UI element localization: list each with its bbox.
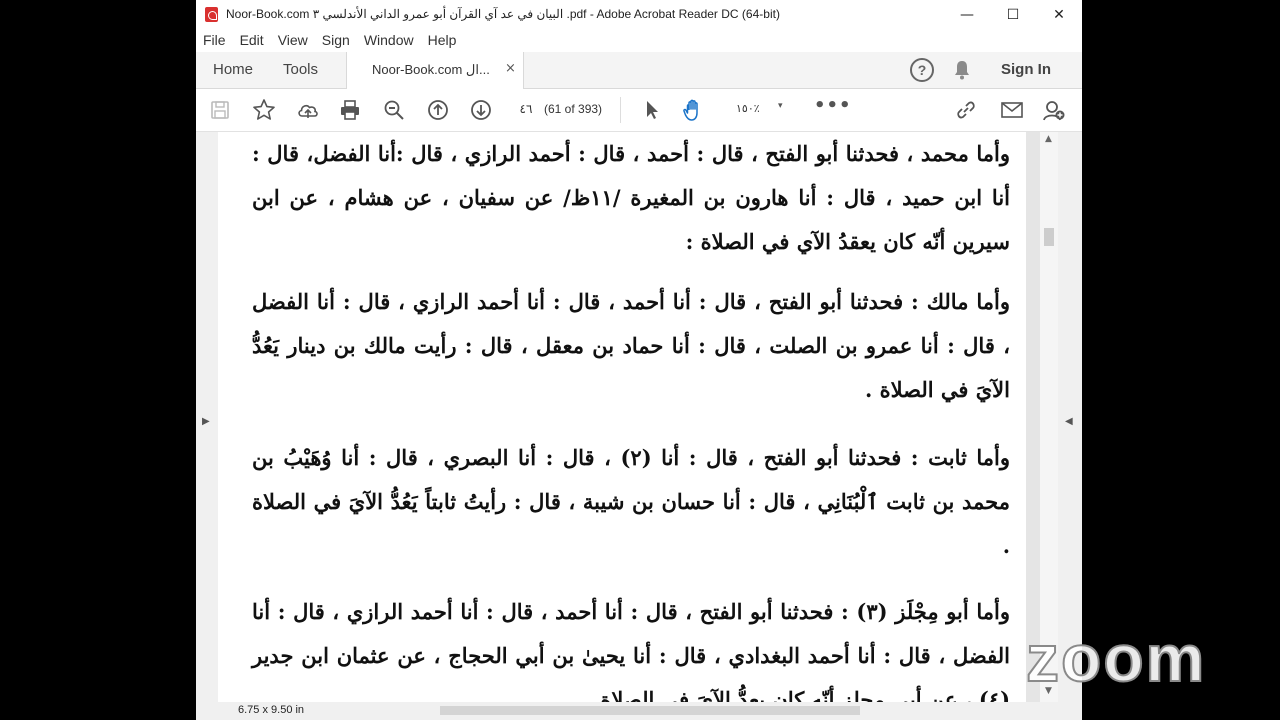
print-icon[interactable] — [338, 98, 362, 122]
tab-document[interactable]: Noor-Book.com ال... × — [346, 52, 524, 89]
upload-cloud-icon[interactable] — [296, 98, 320, 122]
scroll-up-icon[interactable]: ▲ — [1045, 134, 1052, 144]
help-icon[interactable]: ? — [910, 58, 934, 82]
zoom-out-icon[interactable] — [382, 98, 406, 122]
paragraph-malik: وأما مالك : فحدثنا أبو الفتح ، قال : أنا… — [252, 289, 1010, 402]
share-link-icon[interactable] — [954, 98, 978, 122]
horizontal-scrollbar-thumb[interactable] — [440, 706, 860, 715]
tab-home[interactable]: Home — [213, 61, 253, 78]
sign-in-button[interactable]: Sign In — [1001, 61, 1051, 78]
zoom-watermark-logo: zoom — [1025, 620, 1207, 696]
right-panel-collapsed[interactable]: ◀ — [1058, 132, 1082, 702]
select-cursor-icon[interactable] — [640, 98, 664, 122]
previous-page-icon[interactable] — [426, 98, 450, 122]
scrollbar-thumb[interactable] — [1044, 228, 1054, 246]
add-user-icon[interactable] — [1042, 98, 1066, 122]
notification-bell-icon[interactable] — [954, 60, 970, 80]
vertical-scrollbar[interactable]: ▲ ▼ — [1040, 132, 1058, 702]
paragraph-muhammad: وأما محمد ، فحدثنا أبو الفتح ، قال : أحم… — [252, 141, 1011, 254]
pdf-app-icon — [205, 7, 218, 22]
zoom-dropdown-icon[interactable]: ▾ — [778, 101, 783, 111]
expand-right-panel-icon[interactable]: ◀ — [1065, 416, 1073, 427]
menu-bar: File Edit View Sign Window Help — [196, 30, 1082, 52]
document-tab-label: Noor-Book.com ال... — [372, 62, 490, 77]
page-number-input[interactable]: ٤٦ — [512, 98, 540, 120]
expand-left-panel-icon[interactable]: ▶ — [202, 416, 210, 427]
bookmark-star-icon[interactable] — [252, 98, 276, 122]
pdf-page: وأما محمد ، فحدثنا أبو الفتح ، قال : أحم… — [218, 132, 1026, 702]
save-icon[interactable] — [208, 98, 232, 122]
minimize-button[interactable]: — — [944, 0, 990, 30]
paragraph-thabit: وأما ثابت : فحدثنا أبو الفتح ، قال : أنا… — [252, 445, 1010, 558]
menu-file[interactable]: File — [196, 30, 233, 52]
tab-bar: Home Tools Noor-Book.com ال... × ? Sign … — [196, 52, 1082, 89]
zoom-level[interactable]: ١٥٠٪ — [736, 102, 760, 115]
title-bar: Noor-Book.com البيان في عد آي القرآن أبو… — [196, 0, 1082, 30]
next-page-icon[interactable] — [469, 98, 493, 122]
left-panel-collapsed[interactable]: ▶ — [196, 132, 218, 702]
more-tools-icon[interactable]: ••• — [814, 95, 852, 116]
tab-tools[interactable]: Tools — [283, 61, 318, 78]
page-count: (61 of 393) — [544, 102, 603, 116]
menu-window[interactable]: Window — [357, 30, 421, 52]
hand-tool-icon[interactable] — [682, 98, 706, 122]
close-window-button[interactable]: ✕ — [1036, 0, 1082, 30]
close-tab-icon[interactable]: × — [505, 61, 516, 76]
status-bar: 6.75 x 9.50 in — [196, 702, 1082, 720]
menu-edit[interactable]: Edit — [233, 30, 271, 52]
acrobat-window: Noor-Book.com البيان في عد آي القرآن أبو… — [196, 0, 1082, 720]
menu-sign[interactable]: Sign — [315, 30, 357, 52]
email-icon[interactable] — [1000, 98, 1024, 122]
menu-help[interactable]: Help — [421, 30, 464, 52]
paragraph-abu-mijlaz: وأما أبو مِجْلَز (٣) : فحدثنا أبو الفتح … — [252, 599, 1010, 702]
document-viewport: ▶ وأما محمد ، فحدثنا أبو الفتح ، قال : أ… — [196, 132, 1082, 702]
page-size-label: 6.75 x 9.50 in — [238, 704, 305, 716]
maximize-button[interactable]: ☐ — [990, 0, 1036, 30]
toolbar-divider — [620, 97, 621, 123]
toolbar: ٤٦ (61 of 393) ١٥٠٪ ▾ ••• — [196, 89, 1082, 132]
window-title: Noor-Book.com البيان في عد آي القرآن أبو… — [226, 7, 780, 21]
menu-view[interactable]: View — [271, 30, 315, 52]
